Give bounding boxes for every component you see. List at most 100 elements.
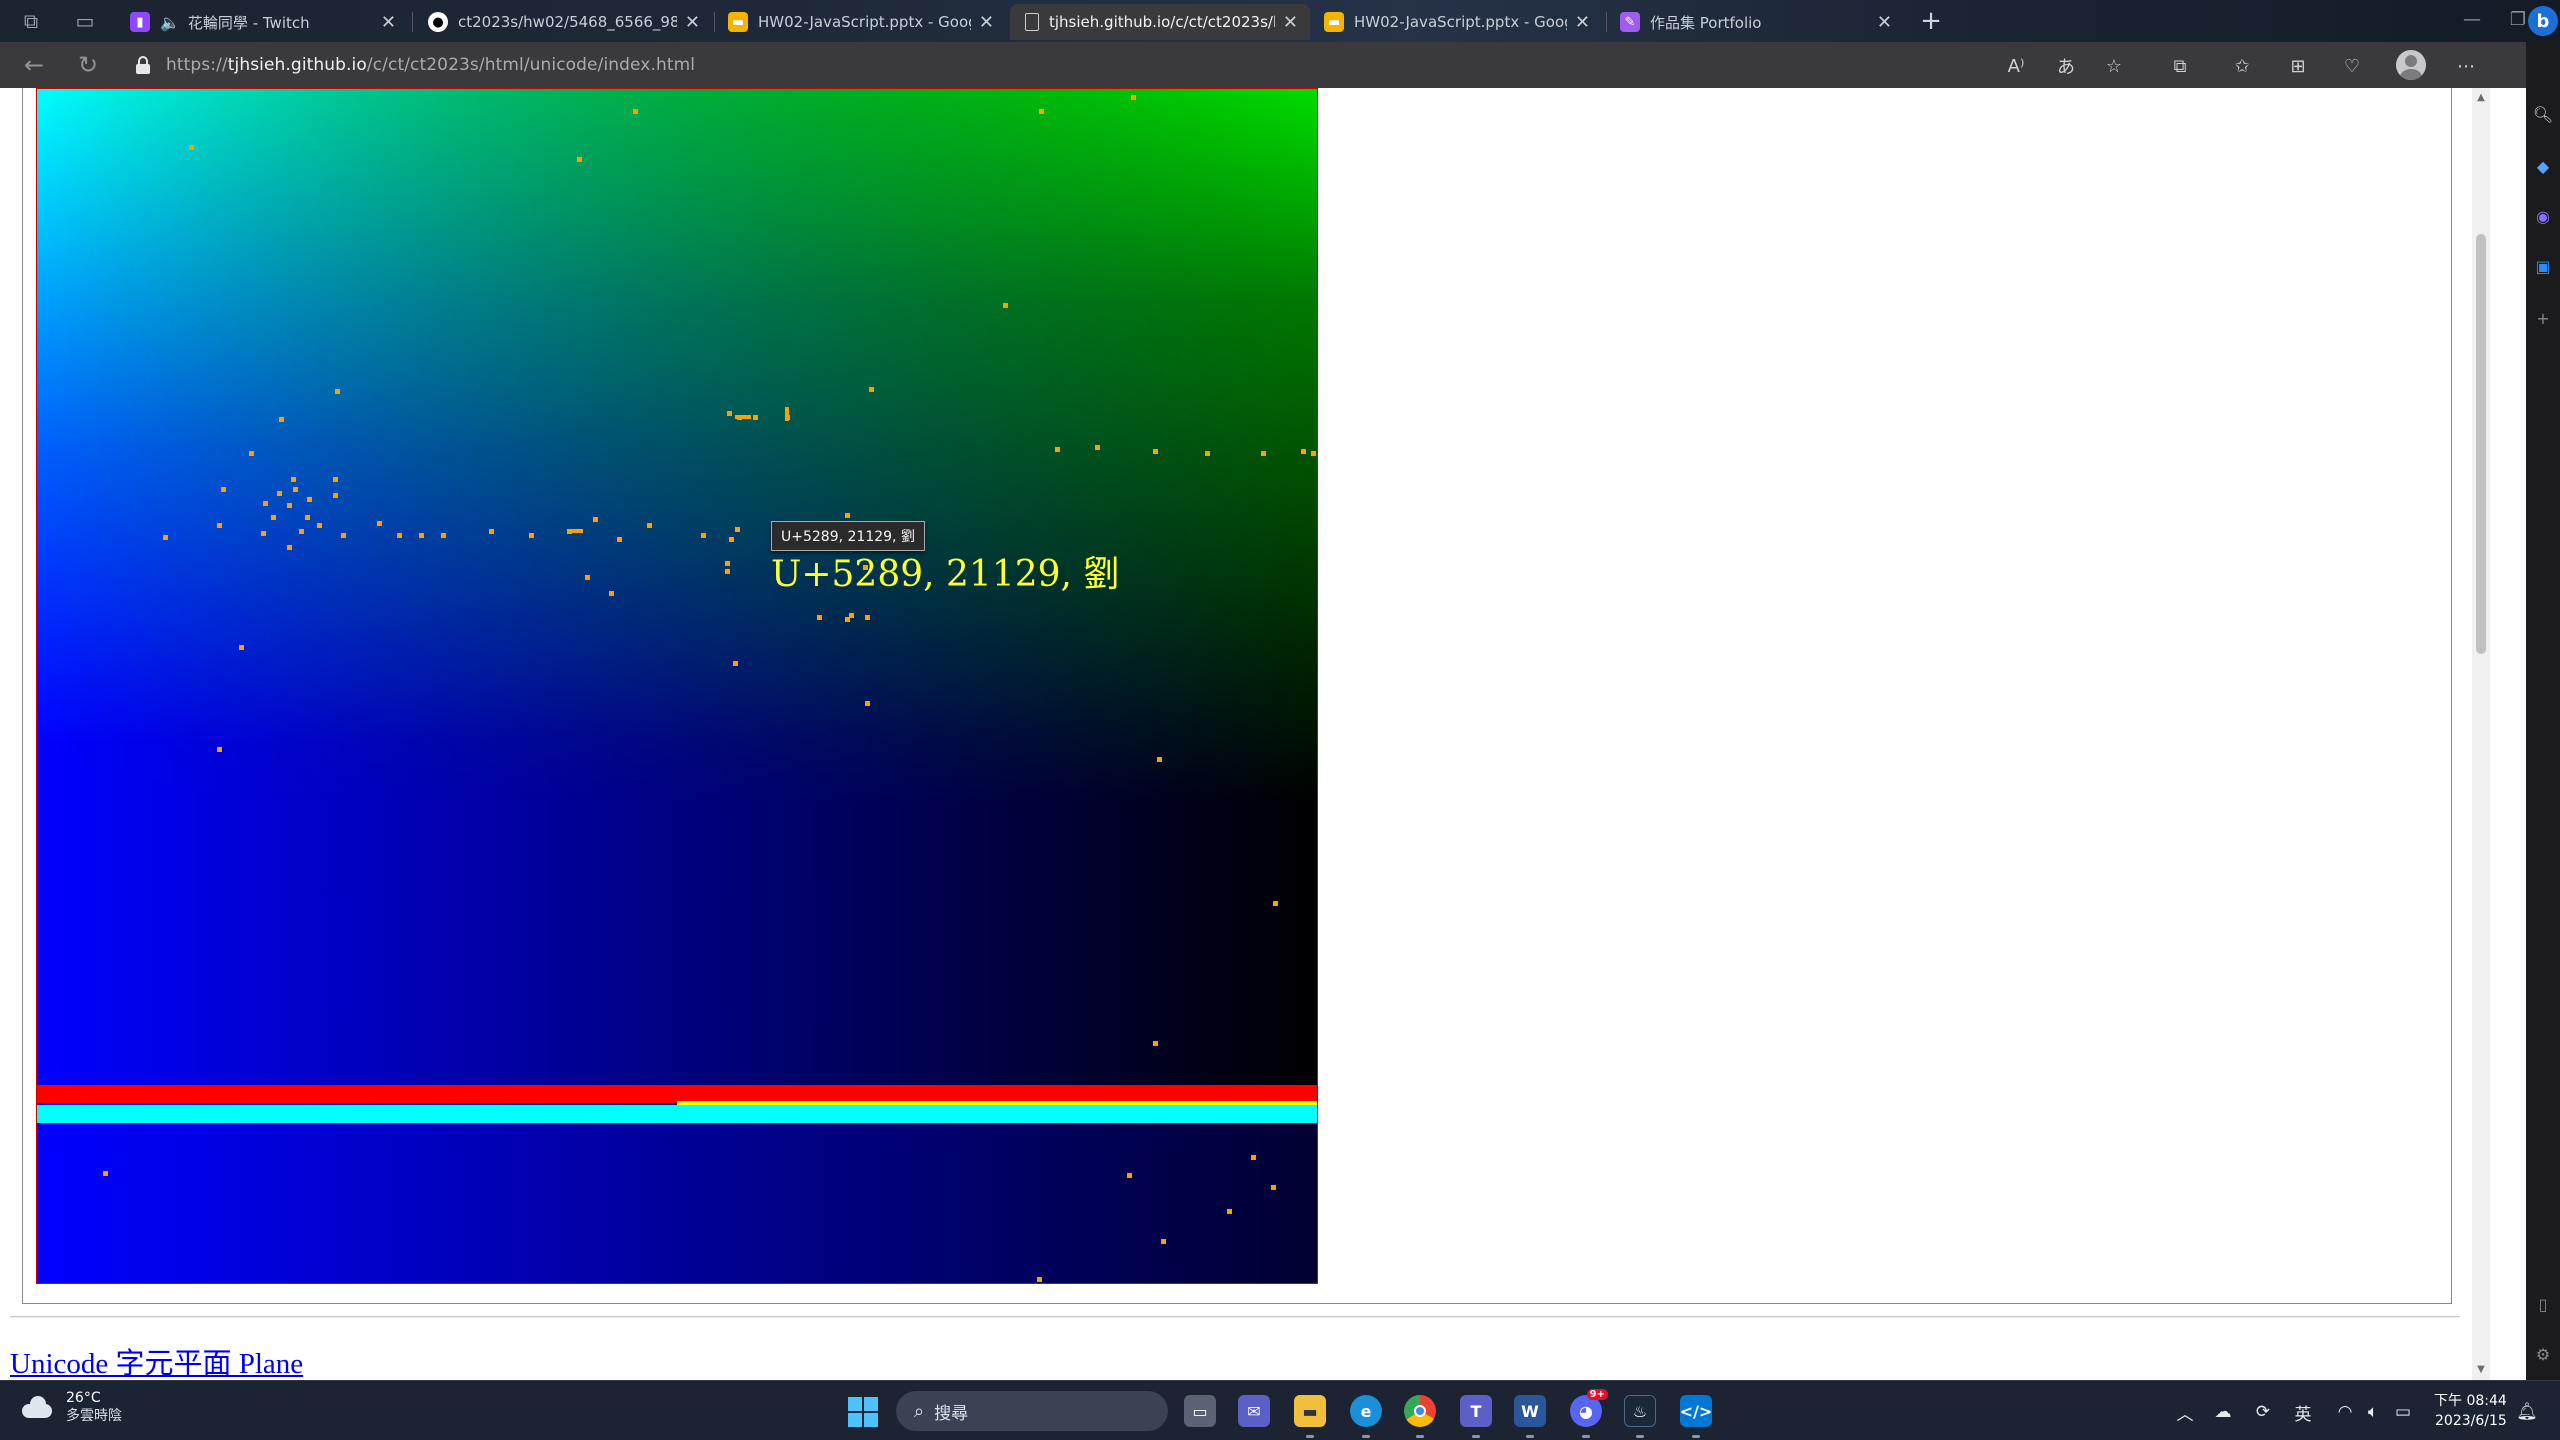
favorites-icon[interactable]: ✩ <box>2228 52 2256 80</box>
char-dot <box>585 575 590 580</box>
profile-avatar[interactable] <box>2396 50 2426 80</box>
sidebar-settings-icon[interactable]: ⚙ <box>2531 1342 2555 1366</box>
discord-icon[interactable]: ◕ 9+ <box>1570 1389 1608 1427</box>
task-view-icon[interactable]: ▭ <box>1184 1395 1216 1427</box>
weather-widget[interactable]: 26°C 多雲時陰 <box>20 1389 122 1425</box>
show-hidden-icons[interactable]: ︿ <box>2172 1399 2198 1425</box>
volume-icon[interactable]: 🔈︎ <box>2360 1399 2386 1425</box>
char-dot <box>617 537 622 542</box>
speaker-icon[interactable]: 🔈 <box>160 13 180 32</box>
workspaces-icon[interactable]: ⧉ <box>14 6 48 36</box>
tab-portfolio[interactable]: ✎ 作品集 Portfolio ✕ <box>1608 4 1904 40</box>
tab-unicode-active[interactable]: tjhsieh.github.io/c/ct/ct2023s/ht ✕ <box>1010 4 1310 40</box>
clock-date: 2023/6/15 <box>2435 1413 2507 1429</box>
system-clock[interactable]: 下午 08:44 2023/6/15 <box>2434 1391 2507 1431</box>
twitch-icon: ▮ <box>130 12 150 32</box>
char-dot <box>609 591 614 596</box>
hide-sidebar-icon[interactable]: ▯ <box>2531 1292 2555 1316</box>
char-dot <box>1157 757 1162 762</box>
steam-icon[interactable]: ♨ <box>1624 1395 1656 1427</box>
char-dot <box>701 533 706 538</box>
close-tab-icon[interactable]: ✕ <box>1877 12 1892 33</box>
char-dot <box>1271 1185 1276 1190</box>
char-dot <box>271 515 276 520</box>
char-dot <box>633 109 638 114</box>
chrome-icon[interactable] <box>1404 1395 1436 1427</box>
sync-icon[interactable]: ⟳ <box>2250 1399 2276 1425</box>
onedrive-icon[interactable]: ☁ <box>2210 1399 2236 1425</box>
url-text[interactable]: https://tjhsieh.github.io/c/ct/ct2023s/h… <box>166 55 695 75</box>
edge-icon[interactable]: e <box>1350 1395 1382 1427</box>
refresh-button[interactable]: ↻ <box>72 50 104 80</box>
close-tab-icon[interactable]: ✕ <box>381 12 396 33</box>
outlook-icon[interactable]: ▣ <box>2531 254 2555 278</box>
char-dot <box>1311 451 1316 456</box>
lower-gradient-area <box>37 1123 1317 1283</box>
tab-slides-1[interactable]: ▬ HW02-JavaScript.pptx - Google ✕ <box>716 4 1006 40</box>
char-dot <box>1261 451 1266 456</box>
char-dot <box>103 1171 108 1176</box>
teams-icon[interactable]: T <box>1460 1395 1492 1427</box>
scroll-down-icon[interactable]: ▼ <box>2476 1364 2486 1375</box>
scroll-up-icon[interactable]: ▲ <box>2476 92 2486 103</box>
performance-icon[interactable]: ♡ <box>2338 52 2366 80</box>
shopping-tag-icon[interactable]: ◆ <box>2531 154 2555 178</box>
scrollbar-thumb[interactable] <box>2476 234 2486 654</box>
char-dot <box>299 529 304 534</box>
close-tab-icon[interactable]: ✕ <box>1575 12 1590 33</box>
new-tab-button[interactable]: + <box>1916 6 1946 36</box>
add-sidebar-app-icon[interactable]: + <box>2531 306 2555 330</box>
char-dot <box>291 477 296 482</box>
tab-actions-icon[interactable]: ▭ <box>68 6 102 36</box>
back-button[interactable]: ← <box>18 50 50 80</box>
vscode-icon[interactable]: </> <box>1680 1395 1712 1427</box>
bing-chat-icon[interactable]: b <box>2528 6 2558 36</box>
char-dot <box>279 417 284 422</box>
char-dot <box>419 533 424 538</box>
search-icon[interactable]: 🔍︎ <box>2531 102 2555 126</box>
teams-chat-icon[interactable]: ✉ <box>1238 1395 1270 1427</box>
char-dot <box>489 529 494 534</box>
input-method-indicator[interactable]: 英 <box>2290 1399 2316 1425</box>
close-tab-icon[interactable]: ✕ <box>979 12 994 33</box>
char-dot <box>317 523 322 528</box>
close-tab-icon[interactable]: ✕ <box>1283 12 1298 33</box>
favorite-star-icon[interactable]: ☆ <box>2100 52 2128 80</box>
address-bar[interactable]: https://tjhsieh.github.io/c/ct/ct2023s/h… <box>134 48 2034 82</box>
char-dot <box>735 527 740 532</box>
char-dash <box>735 415 751 419</box>
collections-icon[interactable]: ⊞ <box>2284 52 2312 80</box>
char-dot <box>753 415 758 420</box>
unicode-plane-link[interactable]: Unicode 字元平面 Plane <box>10 1340 303 1380</box>
windows-start-icon[interactable] <box>848 1397 878 1427</box>
lock-icon[interactable] <box>134 56 152 74</box>
battery-icon[interactable]: ▭ <box>2390 1399 2416 1425</box>
char-dot <box>869 387 874 392</box>
unicode-canvas[interactable]: U+5289, 21129, 劉 U+5289, 21129, 劉 <box>36 88 1318 1284</box>
search-placeholder: 搜尋 <box>934 1403 969 1424</box>
translate-icon[interactable]: あ <box>2052 52 2080 80</box>
tab-twitch[interactable]: ▮ 🔈 花輪同學 - Twitch ✕ <box>118 4 408 40</box>
read-aloud-icon[interactable]: A⁾ <box>2002 52 2030 80</box>
char-dot <box>1273 901 1278 906</box>
taskbar-search[interactable]: ⌕ 搜尋 <box>896 1391 1168 1431</box>
notification-icon[interactable]: 🔔︎ <box>2514 1399 2540 1425</box>
tab-slides-2[interactable]: ▬ HW02-JavaScript.pptx - Google ✕ <box>1312 4 1602 40</box>
char-dot <box>1039 109 1044 114</box>
cloud-icon <box>20 1396 54 1418</box>
more-menu-icon[interactable]: ⋯ <box>2452 52 2480 80</box>
running-indicator <box>1692 1435 1700 1438</box>
extensions-icon[interactable]: ⧉ <box>2166 52 2194 80</box>
word-icon[interactable]: W <box>1514 1395 1546 1427</box>
char-dot <box>305 515 310 520</box>
running-indicator <box>1416 1435 1424 1438</box>
close-tab-icon[interactable]: ✕ <box>685 12 700 33</box>
tab-separator <box>714 12 715 32</box>
copilot-icon[interactable]: ◉ <box>2531 204 2555 228</box>
minimize-icon[interactable]: — <box>2452 4 2492 34</box>
wifi-icon[interactable]: ◠ <box>2332 1399 2358 1425</box>
vertical-scrollbar[interactable]: ▲ ▼ <box>2472 88 2490 1380</box>
running-indicator <box>1306 1435 1314 1438</box>
file-explorer-icon[interactable]: ▬ <box>1294 1395 1326 1427</box>
tab-github[interactable]: ● ct2023s/hw02/5468_6566_9824 ✕ <box>416 4 712 40</box>
